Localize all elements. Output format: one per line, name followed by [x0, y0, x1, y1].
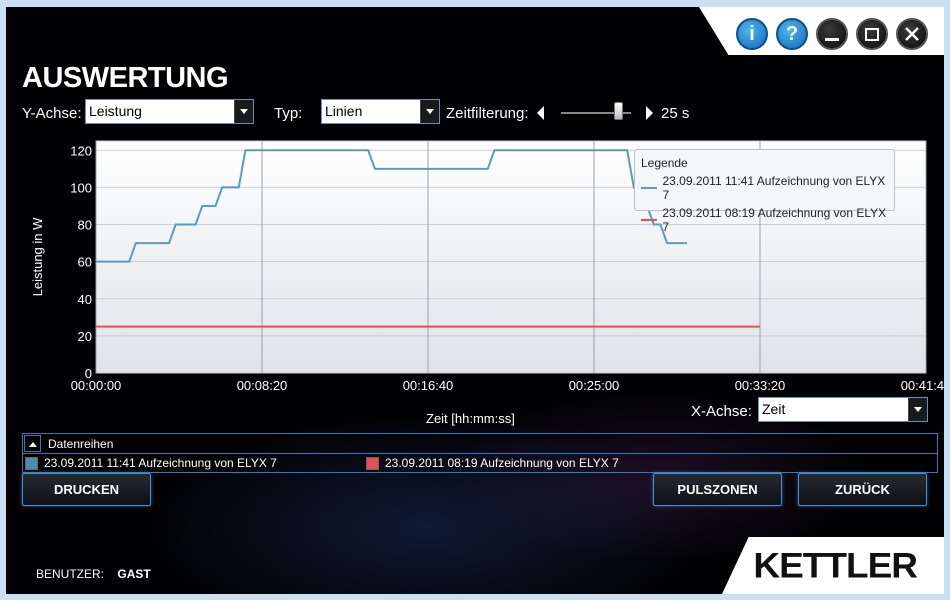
data-series-item-label: 23.09.2011 08:19 Aufzeichnung von ELYX 7 [385, 456, 619, 470]
chevron-down-icon[interactable] [908, 398, 927, 421]
data-series-item-label: 23.09.2011 11:41 Aufzeichnung von ELYX 7 [44, 456, 277, 470]
legend-item: 23.09.2011 08:19 Aufzeichnung von ELYX 7 [641, 206, 888, 234]
y-tick-label: 100 [70, 180, 92, 195]
user-info: BENUTZER: GAST [36, 567, 151, 581]
data-series-item[interactable]: 23.09.2011 08:19 Aufzeichnung von ELYX 7 [366, 456, 619, 470]
maximize-button[interactable] [856, 18, 888, 50]
legend-item: 23.09.2011 11:41 Aufzeichnung von ELYX 7 [641, 174, 888, 202]
time-filter-label: Zeitfilterung: [446, 105, 529, 122]
info-icon: i [749, 22, 755, 45]
x-axis-select[interactable]: Zeit [758, 397, 928, 422]
legend-item-label: 23.09.2011 11:41 Aufzeichnung von ELYX 7 [662, 174, 886, 202]
time-filter-value: 25 s [661, 105, 690, 122]
legend-swatch [641, 219, 658, 221]
y-tick-label: 120 [70, 143, 92, 158]
legend-title: Legende [641, 156, 688, 170]
pulse-zones-button[interactable]: PULSZONEN [653, 473, 782, 506]
user-label: BENUTZER: [36, 567, 105, 581]
data-series-title: Datenreihen [48, 437, 114, 451]
x-tick-label: 00:00:00 [71, 378, 122, 393]
maximize-icon [865, 27, 879, 41]
help-icon: ? [785, 22, 799, 45]
minimize-button[interactable] [816, 18, 848, 50]
minimize-icon [825, 37, 839, 41]
legend-swatch [641, 187, 658, 189]
type-select-value: Linien [325, 103, 363, 119]
x-tick-label: 00:08:20 [237, 378, 288, 393]
brand-logo: KETTLER [753, 546, 918, 585]
page-title: AUSWERTUNG [22, 62, 229, 94]
x-tick-label: 00:41:40 [901, 378, 944, 393]
legend-item-label: 23.09.2011 08:19 Aufzeichnung von ELYX 7 [662, 206, 887, 234]
info-button[interactable]: i [736, 18, 768, 50]
help-button[interactable]: ? [776, 18, 808, 50]
app-background: i ? AUSWERTUNG Y-Achse: Leistung Typ: Li… [6, 7, 944, 594]
data-series-panel: Datenreihen 23.09.2011 11:41 Aufzeichnun… [22, 433, 938, 473]
y-axis-label: Y-Achse: [22, 105, 82, 122]
data-series-item[interactable]: 23.09.2011 11:41 Aufzeichnung von ELYX 7 [25, 456, 277, 470]
close-button[interactable] [896, 18, 928, 50]
series-color-swatch [25, 456, 38, 470]
x-axis-select-value: Zeit [762, 401, 786, 417]
time-filter-slider-thumb[interactable] [614, 102, 623, 120]
type-select[interactable]: Linien [321, 99, 440, 124]
chevron-down-icon[interactable] [234, 100, 253, 123]
close-icon [905, 27, 919, 41]
print-button[interactable]: DRUCKEN [22, 473, 151, 506]
y-tick-label: 80 [78, 218, 92, 233]
data-series-header: Datenreihen [23, 434, 937, 454]
type-label: Typ: [274, 105, 303, 122]
x-tick-label: 00:25:00 [569, 378, 620, 393]
y-tick-label: 60 [78, 255, 92, 270]
x-tick-label: 00:16:40 [403, 378, 454, 393]
collapse-toggle-icon[interactable] [24, 435, 41, 452]
y-axis-title: Leistung in W [30, 217, 45, 296]
y-tick-label: 20 [78, 329, 92, 344]
x-axis-title: Zeit [hh:mm:ss] [426, 411, 515, 426]
y-axis-select-value: Leistung [89, 103, 142, 119]
chart-legend: Legende 23.09.2011 11:41 Aufzeichnung vo… [634, 149, 895, 234]
app-window: i ? AUSWERTUNG Y-Achse: Leistung Typ: Li… [0, 0, 950, 600]
time-filter-increase-icon[interactable] [646, 106, 653, 120]
back-button[interactable]: ZURÜCK [798, 473, 927, 506]
user-name: GAST [117, 567, 151, 581]
y-tick-label: 40 [78, 292, 92, 307]
x-axis-label: X-Achse: [691, 403, 752, 420]
y-axis-select[interactable]: Leistung [85, 99, 254, 124]
series-color-swatch [366, 456, 379, 470]
x-tick-label: 00:33:20 [735, 378, 786, 393]
chevron-down-icon[interactable] [420, 100, 439, 123]
time-filter-decrease-icon[interactable] [537, 106, 544, 120]
